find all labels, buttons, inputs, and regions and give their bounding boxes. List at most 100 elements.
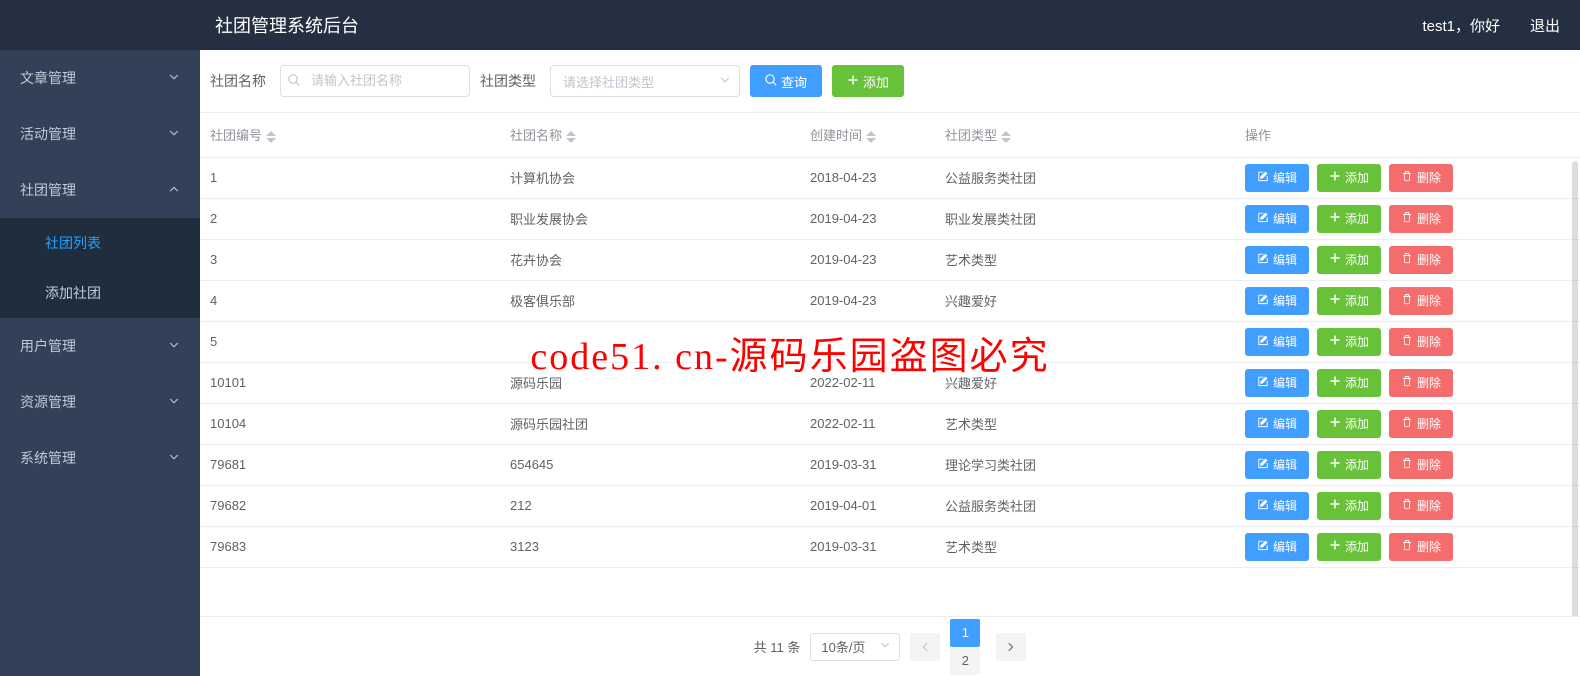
sidebar-item-4[interactable]: 资源管理 (0, 374, 200, 430)
edit-button[interactable]: 编辑 (1245, 451, 1309, 479)
chevron-left-icon (919, 641, 931, 653)
row-add-button[interactable]: 添加 (1317, 287, 1381, 315)
search-button[interactable]: 查询 (750, 65, 822, 97)
delete-button[interactable]: 删除 (1389, 164, 1453, 192)
cell-type: 艺术类型 (935, 239, 1235, 280)
logout-link[interactable]: 退出 (1530, 15, 1560, 36)
user-greeting[interactable]: test1，你好 (1422, 15, 1500, 36)
sidebar-subitem-2-1[interactable]: 添加社团 (0, 268, 200, 318)
edit-button[interactable]: 编辑 (1245, 164, 1309, 192)
header: 社团管理系统后台 test1，你好 退出 (0, 0, 1580, 50)
sidebar-item-label: 资源管理 (20, 392, 76, 412)
cell-name: 源码乐园社团 (500, 403, 800, 444)
scrollbar-thumb[interactable] (1572, 161, 1578, 616)
delete-button[interactable]: 删除 (1389, 533, 1453, 561)
cell-type: 兴趣爱好 (935, 280, 1235, 321)
pagination: 共 11 条 10条/页 12 (200, 616, 1580, 676)
row-add-button[interactable]: 添加 (1317, 164, 1381, 192)
edit-button[interactable]: 编辑 (1245, 205, 1309, 233)
cell-name: 3123 (500, 526, 800, 567)
delete-button[interactable]: 删除 (1389, 410, 1453, 438)
row-add-button[interactable]: 添加 (1317, 369, 1381, 397)
prev-page-button[interactable] (910, 633, 940, 661)
cell-name: 212 (500, 485, 800, 526)
club-type-select[interactable]: 请选择社团类型 (550, 65, 740, 97)
sidebar: 文章管理活动管理社团管理社团列表添加社团用户管理资源管理系统管理 (0, 50, 200, 676)
row-add-button[interactable]: 添加 (1317, 328, 1381, 356)
edit-button[interactable]: 编辑 (1245, 287, 1309, 315)
sidebar-item-1[interactable]: 活动管理 (0, 106, 200, 162)
cell-id: 4 (200, 280, 500, 321)
club-name-input[interactable] (280, 65, 470, 97)
edit-icon (1257, 498, 1269, 513)
cell-name: 职业发展协会 (500, 198, 800, 239)
sidebar-item-label: 活动管理 (20, 124, 76, 144)
plus-icon (847, 74, 859, 89)
edit-button[interactable]: 编辑 (1245, 246, 1309, 274)
chevron-down-icon (168, 126, 180, 142)
column-header-0[interactable]: 社团编号 (200, 113, 500, 157)
page-size-select[interactable]: 10条/页 (810, 633, 900, 661)
delete-button[interactable]: 删除 (1389, 328, 1453, 356)
cell-id: 10104 (200, 403, 500, 444)
sidebar-item-label: 社团管理 (20, 180, 76, 200)
delete-button[interactable]: 删除 (1389, 246, 1453, 274)
delete-button[interactable]: 删除 (1389, 287, 1453, 315)
cell-type: 公益服务类社团 (935, 485, 1235, 526)
cell-type: 兴趣爱好 (935, 362, 1235, 403)
scrollbar[interactable] (1572, 161, 1578, 612)
cell-ops: 编辑 添加 删除 (1235, 526, 1580, 567)
filter-name-label: 社团名称 (210, 71, 266, 91)
column-header-4: 操作 (1235, 113, 1580, 157)
sidebar-item-label: 文章管理 (20, 68, 76, 88)
plus-icon (1329, 498, 1341, 513)
cell-type: 艺术类型 (935, 403, 1235, 444)
edit-icon (1257, 539, 1269, 554)
sidebar-subitem-2-0[interactable]: 社团列表 (0, 218, 200, 268)
row-add-button[interactable]: 添加 (1317, 410, 1381, 438)
sidebar-item-2[interactable]: 社团管理 (0, 162, 200, 218)
row-add-button[interactable]: 添加 (1317, 451, 1381, 479)
next-page-button[interactable] (996, 633, 1026, 661)
delete-button[interactable]: 删除 (1389, 451, 1453, 479)
cell-id: 79682 (200, 485, 500, 526)
page-number-1[interactable]: 1 (950, 619, 980, 647)
trash-icon (1401, 498, 1413, 513)
edit-button[interactable]: 编辑 (1245, 328, 1309, 356)
delete-button[interactable]: 删除 (1389, 369, 1453, 397)
edit-icon (1257, 375, 1269, 390)
chevron-down-icon (879, 639, 891, 654)
column-header-3[interactable]: 社团类型 (935, 113, 1235, 157)
row-add-button[interactable]: 添加 (1317, 205, 1381, 233)
column-header-2[interactable]: 创建时间 (800, 113, 935, 157)
edit-button[interactable]: 编辑 (1245, 369, 1309, 397)
edit-button[interactable]: 编辑 (1245, 410, 1309, 438)
chevron-down-icon (168, 394, 180, 410)
cell-ops: 编辑 添加 删除 (1235, 485, 1580, 526)
cell-ops: 编辑 添加 删除 (1235, 198, 1580, 239)
plus-icon (1329, 334, 1341, 349)
sidebar-item-0[interactable]: 文章管理 (0, 50, 200, 106)
add-button[interactable]: 添加 (832, 65, 904, 97)
table-row: 5 编辑 添加 删除 (200, 321, 1580, 362)
edit-icon (1257, 252, 1269, 267)
trash-icon (1401, 170, 1413, 185)
edit-button[interactable]: 编辑 (1245, 533, 1309, 561)
page-number-2[interactable]: 2 (950, 647, 980, 675)
sort-icon (566, 131, 576, 143)
delete-button[interactable]: 删除 (1389, 492, 1453, 520)
sidebar-item-5[interactable]: 系统管理 (0, 430, 200, 486)
plus-icon (1329, 416, 1341, 431)
chevron-down-icon (168, 338, 180, 354)
cell-date (800, 321, 935, 362)
edit-button[interactable]: 编辑 (1245, 492, 1309, 520)
cell-date: 2019-04-23 (800, 239, 935, 280)
row-add-button[interactable]: 添加 (1317, 533, 1381, 561)
cell-ops: 编辑 添加 删除 (1235, 403, 1580, 444)
column-header-1[interactable]: 社团名称 (500, 113, 800, 157)
filter-type-label: 社团类型 (480, 71, 536, 91)
row-add-button[interactable]: 添加 (1317, 492, 1381, 520)
sidebar-item-3[interactable]: 用户管理 (0, 318, 200, 374)
row-add-button[interactable]: 添加 (1317, 246, 1381, 274)
delete-button[interactable]: 删除 (1389, 205, 1453, 233)
